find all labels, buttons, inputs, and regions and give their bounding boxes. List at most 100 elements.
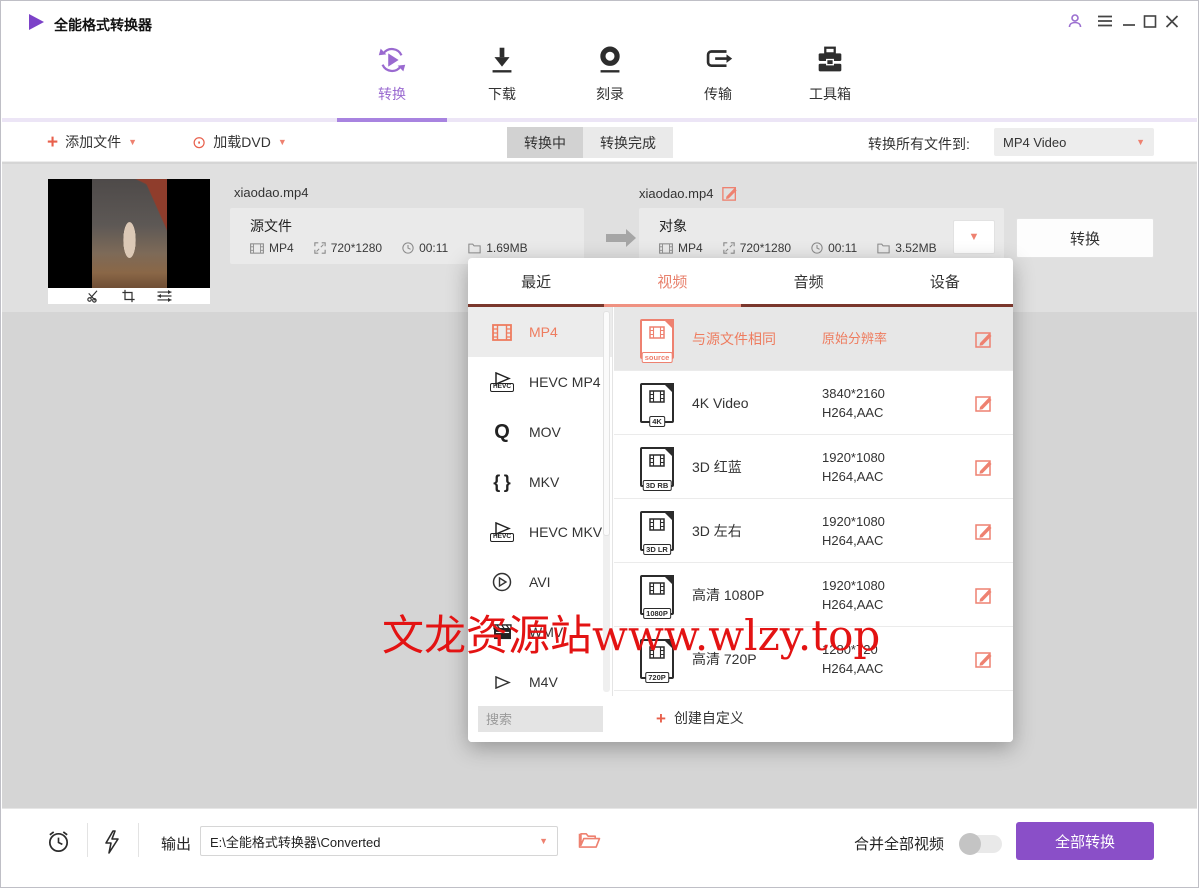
output-format-select[interactable]: MP4 Video ▼ — [994, 128, 1154, 156]
edit-preset-icon[interactable] — [975, 522, 993, 540]
preset-row-hd1080[interactable]: 1080P 高清 1080P 1920*1080 H264,AAC — [614, 563, 1013, 627]
preset-row-4k[interactable]: 4K 4K Video 3840*2160 H264,AAC — [614, 371, 1013, 435]
tab-converting[interactable]: 转换中 — [507, 127, 583, 158]
plus-icon: + — [47, 131, 59, 153]
preset-detail: 1280*720 H264,AAC — [822, 641, 884, 676]
popup-tab-device[interactable]: 设备 — [877, 258, 1013, 304]
preset-doc-icon: 3D LR — [640, 510, 674, 555]
preset-row-3d-rb[interactable]: 3D RB 3D 红蓝 1920*1080 H264,AAC — [614, 435, 1013, 499]
open-folder-icon[interactable] — [578, 830, 601, 854]
target-size: 3.52MB — [895, 241, 937, 255]
chevron-down-icon: ▼ — [277, 137, 287, 147]
preset-doc-icon: 3D RB — [640, 446, 674, 491]
chevron-down-icon: ▼ — [968, 231, 980, 243]
minimize-button[interactable] — [1120, 12, 1138, 30]
preset-detail: 1920*1080 H264,AAC — [822, 577, 885, 612]
source-file-name: xiaodao.mp4 — [234, 185, 309, 200]
video-frame-image — [92, 179, 167, 288]
nav-tab-convert[interactable]: 转换 — [347, 43, 437, 104]
edit-preset-icon[interactable] — [975, 458, 993, 476]
load-dvd-label: 加载DVD — [213, 134, 271, 150]
format-item-hevc-mp4[interactable]: HEVC HEVC MP4 — [468, 357, 612, 407]
format-item-avi[interactable]: AVI — [468, 557, 612, 607]
hevc-play-icon: HEVC — [488, 372, 516, 392]
output-path-input[interactable] — [210, 833, 540, 849]
convert-direction-arrow — [606, 229, 636, 247]
resolution-icon — [722, 242, 735, 254]
high-speed-bolt-icon[interactable] — [102, 830, 122, 859]
effects-sliders-icon[interactable] — [156, 289, 173, 303]
popup-tab-audio[interactable]: 音频 — [741, 258, 877, 304]
chevron-down-icon: ▼ — [539, 836, 548, 846]
target-file-name: xiaodao.mp4 — [639, 185, 714, 201]
resolution-icon — [313, 242, 326, 254]
convert-button[interactable]: 转换 — [1016, 218, 1154, 258]
nav-tab-burn-label: 刻录 — [596, 86, 624, 102]
nav-tab-download-label: 下载 — [488, 86, 516, 102]
merge-videos-toggle[interactable] — [959, 833, 1002, 855]
braces-icon: { } — [493, 472, 511, 492]
format-label: HEVC MP4 — [529, 374, 601, 390]
search-input[interactable] — [478, 706, 603, 732]
convert-all-to-label: 转换所有文件到: — [868, 136, 970, 152]
source-info-panel: 源文件 MP4 720*1280 00:11 1.69MB — [230, 208, 584, 264]
chevron-down-icon: ▼ — [1136, 137, 1145, 147]
preset-row-source[interactable]: source 与源文件相同 原始分辨率 — [614, 307, 1013, 371]
preset-doc-icon: 4K — [640, 382, 674, 427]
load-dvd-button[interactable]: ⊙ 加载DVD ▼ — [192, 122, 287, 162]
output-path-select[interactable]: ▼ — [200, 826, 558, 856]
convert-all-button[interactable]: 全部转换 — [1016, 822, 1154, 860]
add-file-button[interactable]: + 添加文件 ▼ — [47, 122, 137, 162]
edit-preset-icon[interactable] — [975, 394, 993, 412]
preset-name: 3D 左右 — [692, 522, 742, 539]
add-file-label: 添加文件 — [65, 134, 122, 150]
format-item-wmv[interactable]: WMV — [468, 607, 612, 657]
menu-icon[interactable] — [1096, 12, 1114, 30]
maximize-button[interactable] — [1141, 12, 1159, 30]
target-format-dropdown-button[interactable]: ▼ — [953, 220, 995, 254]
target-info-panel: 对象 MP4 720*1280 00:11 3.52MB — [639, 208, 1004, 264]
format-item-mkv[interactable]: { } MKV — [468, 457, 612, 507]
format-item-m4v[interactable]: M4V — [468, 657, 612, 696]
edit-preset-icon[interactable] — [975, 330, 993, 348]
preset-doc-icon: 720P — [640, 638, 674, 683]
chevron-down-icon: ▼ — [128, 137, 138, 147]
edit-preset-icon[interactable] — [975, 586, 993, 604]
popup-tab-recent[interactable]: 最近 — [468, 258, 604, 304]
format-item-hevc-mkv[interactable]: HEVC HEVC MKV — [468, 507, 612, 557]
popup-tab-video[interactable]: 视频 — [604, 258, 740, 304]
popup-bottom-bar: + 创建自定义 — [468, 696, 1013, 742]
source-resolution: 720*1280 — [330, 241, 383, 255]
preset-doc-icon: 1080P — [640, 574, 674, 619]
video-thumbnail-card — [48, 179, 210, 304]
format-picker-popup: 最近 视频 音频 设备 MP4 HEVC HEVC MP4 Q MOV { } … — [468, 258, 1013, 742]
user-account-icon[interactable] — [1066, 12, 1084, 30]
nav-tab-toolbox[interactable]: 工具箱 — [785, 43, 875, 104]
nav-tab-burn[interactable]: 刻录 — [565, 43, 655, 104]
video-thumbnail — [48, 179, 210, 288]
target-format: MP4 — [678, 241, 703, 255]
preset-row-hd720[interactable]: 720P 高清 720P 1280*720 H264,AAC — [614, 627, 1013, 691]
bottom-bar: 输出 ▼ 合并全部视频 全部转换 — [2, 808, 1197, 886]
app-logo-icon — [29, 14, 44, 30]
format-list-scrollbar[interactable] — [603, 311, 610, 692]
nav-tab-transfer[interactable]: 传输 — [673, 43, 763, 104]
nav-tab-download[interactable]: 下载 — [457, 43, 547, 104]
format-item-mov[interactable]: Q MOV — [468, 407, 612, 457]
edit-preset-icon[interactable] — [975, 650, 993, 668]
film-icon — [250, 242, 264, 254]
tab-finished[interactable]: 转换完成 — [583, 127, 673, 158]
create-custom-button[interactable]: + 创建自定义 — [656, 708, 744, 728]
rename-edit-icon[interactable] — [722, 185, 738, 201]
format-item-mp4[interactable]: MP4 — [468, 307, 612, 357]
crop-icon[interactable] — [121, 289, 136, 303]
close-button[interactable] — [1163, 12, 1181, 30]
preset-row-3d-lr[interactable]: 3D LR 3D 左右 1920*1080 H264,AAC — [614, 499, 1013, 563]
schedule-clock-icon[interactable] — [46, 829, 71, 859]
preset-name: 高清 1080P — [692, 586, 765, 603]
preset-detail: 原始分辨率 — [822, 331, 888, 346]
popup-tab-bar: 最近 视频 音频 设备 — [468, 258, 1013, 304]
queue-tabs: 转换中 转换完成 — [507, 127, 673, 158]
trim-scissors-icon[interactable] — [86, 289, 101, 303]
file-size-folder-icon — [468, 243, 481, 253]
